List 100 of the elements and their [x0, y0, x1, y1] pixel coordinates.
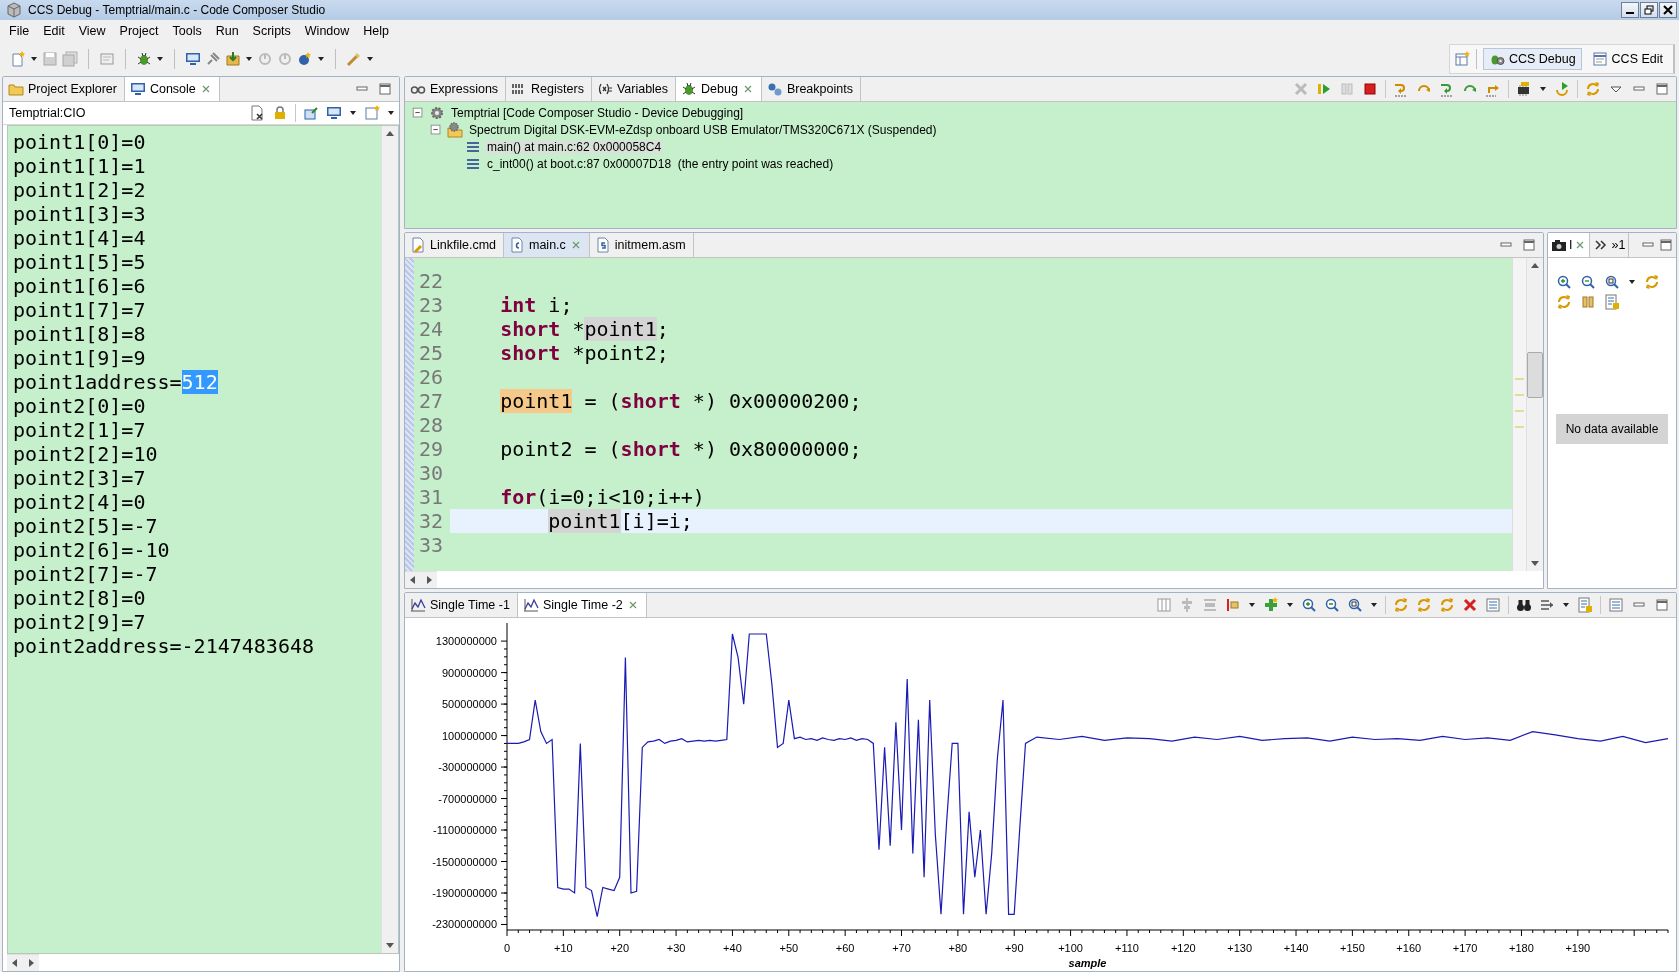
- view-tab[interactable]: Expressions: [405, 77, 507, 101]
- menu-item[interactable]: View: [71, 24, 113, 38]
- maximize-icon[interactable]: [1654, 597, 1670, 613]
- horizontal-scrollbar[interactable]: [7, 954, 39, 971]
- line-number: 30: [418, 461, 445, 485]
- refresh-icon[interactable]: [1585, 81, 1601, 97]
- window-title: CCS Debug - Temptrial/main.c - Code Composer Studio: [28, 3, 326, 17]
- collapse-icon[interactable]: [411, 105, 425, 120]
- delete-icon[interactable]: [1462, 597, 1478, 613]
- step-arrow-icon[interactable]: [1439, 81, 1455, 97]
- chip-icon[interactable]: [1516, 81, 1532, 97]
- pin-icon[interactable]: [303, 105, 319, 121]
- vertical-scrollbar[interactable]: [1526, 258, 1543, 571]
- menu-item[interactable]: Help: [356, 24, 396, 38]
- collapse-icon[interactable]: [429, 122, 443, 137]
- chart-icon: [522, 597, 539, 613]
- view-tab[interactable]: »1: [1590, 233, 1630, 257]
- view-tab[interactable]: initmem.asm: [589, 233, 694, 257]
- zoom-out-icon[interactable]: [1324, 597, 1340, 613]
- columns-icon[interactable]: [1156, 597, 1172, 613]
- menu-item[interactable]: Run: [208, 24, 246, 38]
- restore-icon: [1644, 5, 1654, 15]
- plug-icon[interactable]: [205, 51, 221, 67]
- tree-item[interactable]: c_int00() at boot.c:87 0x00007D18 (the entry point was reached): [485, 156, 836, 171]
- console-line: point2[8]=0: [13, 586, 146, 610]
- horizontal-scrollbar[interactable]: [405, 571, 437, 588]
- view-tab[interactable]: Linkfile.cmd: [405, 233, 504, 257]
- load-program-icon[interactable]: [225, 51, 241, 67]
- refresh-icon[interactable]: [1416, 597, 1432, 613]
- open-perspective-icon[interactable]: [1453, 51, 1470, 67]
- refresh-icon[interactable]: [1393, 597, 1409, 613]
- vertical-scrollbar[interactable]: [381, 126, 398, 953]
- menu-item[interactable]: Window: [297, 24, 357, 38]
- add-icon[interactable]: [1263, 597, 1279, 613]
- restart-icon[interactable]: [1554, 81, 1570, 97]
- minimize-button[interactable]: [1621, 2, 1639, 18]
- stop-icon[interactable]: [1362, 81, 1378, 97]
- view-tab[interactable]: Project Explorer: [3, 77, 125, 101]
- line-number: 28: [418, 413, 445, 437]
- bug-icon[interactable]: [136, 51, 152, 67]
- menu-item[interactable]: Project: [112, 24, 166, 38]
- maximize-icon[interactable]: [1658, 237, 1674, 253]
- tick-label: +170: [1452, 942, 1478, 954]
- scroll-thumb[interactable]: [1527, 352, 1543, 398]
- line-number: 32: [418, 509, 445, 533]
- lock-icon[interactable]: [272, 105, 288, 121]
- step-arrow-icon[interactable]: [1393, 81, 1409, 97]
- maximize-icon[interactable]: [1521, 237, 1537, 253]
- tick-label: +90: [1004, 942, 1024, 954]
- maximize-icon[interactable]: [377, 81, 393, 97]
- view-tab[interactable]: I: [1548, 233, 1591, 257]
- clear-console-icon[interactable]: [249, 105, 265, 121]
- monitor-icon: [129, 81, 146, 97]
- refresh-icon[interactable]: [1644, 274, 1660, 290]
- menu-item[interactable]: File: [2, 24, 37, 38]
- properties-icon[interactable]: [1577, 597, 1593, 613]
- zoom-in-icon[interactable]: [1556, 274, 1572, 290]
- console-line: point1[5]=5: [13, 250, 146, 274]
- marker-icon[interactable]: [1225, 597, 1241, 613]
- maximize-icon[interactable]: [1654, 81, 1670, 97]
- resume-icon[interactable]: [1316, 81, 1332, 97]
- zoom-in-icon[interactable]: [1301, 597, 1317, 613]
- close-button[interactable]: [1659, 2, 1677, 18]
- menu-item[interactable]: Tools: [165, 24, 209, 38]
- perspective-button[interactable]: CCS Debug: [1482, 48, 1582, 70]
- pause-icon[interactable]: [1580, 294, 1596, 310]
- view-tab[interactable]: Single Time -2: [517, 593, 647, 617]
- menu-item[interactable]: Scripts: [245, 24, 298, 38]
- line-number: 23: [418, 293, 445, 317]
- monitor-icon[interactable]: [185, 51, 201, 67]
- view-tab[interactable]: Console: [124, 77, 220, 101]
- zoom-out-icon[interactable]: [1580, 274, 1596, 290]
- tree-item[interactable]: main() at main.c:62 0x000058C4: [485, 139, 664, 154]
- view-tab[interactable]: Breakpoints: [761, 77, 861, 101]
- perspective-button[interactable]: CCS Edit: [1585, 48, 1669, 70]
- tick-label: -1500000000: [432, 855, 497, 868]
- zoom-fit-icon[interactable]: [1347, 597, 1363, 613]
- console-line: point2[5]=-7: [13, 514, 158, 538]
- list-icon[interactable]: [1485, 597, 1501, 613]
- view-tab[interactable]: Single Time -1: [405, 593, 518, 617]
- list-icon[interactable]: [1608, 597, 1624, 613]
- tree-item[interactable]: Spectrum Digital DSK-EVM-eZdsp onboard USB Emulator/TMS320C671X (Suspended): [467, 122, 939, 137]
- menu-item[interactable]: Edit: [36, 24, 72, 38]
- restore-button[interactable]: [1640, 2, 1658, 18]
- view-tab[interactable]: Debug: [676, 77, 762, 101]
- sphere-icon[interactable]: [297, 51, 313, 67]
- tree-item[interactable]: Temptrial [Code Composer Studio - Device Debugging]: [449, 105, 746, 120]
- monitor-icon[interactable]: [326, 105, 342, 121]
- binoculars-icon[interactable]: [1516, 597, 1532, 613]
- view-tab[interactable]: Registers: [506, 77, 592, 101]
- tick-label: -700000000: [438, 792, 497, 805]
- zoom-fit-icon[interactable]: [1604, 274, 1620, 290]
- view-tab[interactable]: main.c: [504, 233, 590, 257]
- console-line: point2[7]=-7: [13, 562, 158, 586]
- tick-label: +160: [1396, 942, 1422, 954]
- forward-icon[interactable]: [1539, 597, 1555, 613]
- console-line: point1[1]=1: [13, 154, 146, 178]
- tick-label: +50: [779, 942, 799, 954]
- refresh-icon[interactable]: [1439, 597, 1455, 613]
- tick-label: +100: [1058, 942, 1083, 954]
